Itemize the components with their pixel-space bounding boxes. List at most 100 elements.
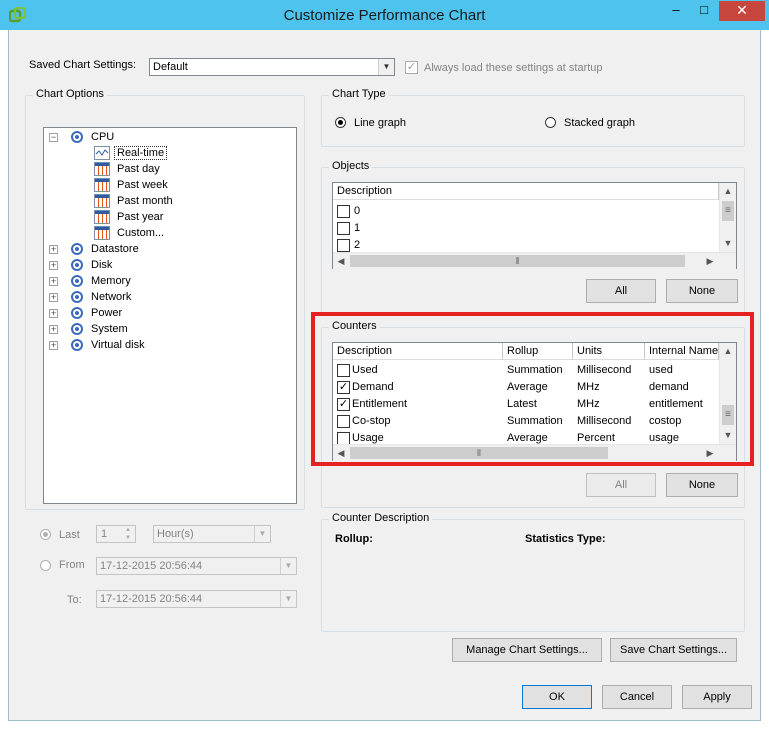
counters-all-button[interactable]: All	[586, 473, 656, 497]
object-label: 0	[354, 205, 361, 217]
disk-icon	[71, 259, 83, 271]
counters-none-button[interactable]: None	[666, 473, 738, 497]
scroll-up-icon[interactable]: ▲	[720, 183, 736, 199]
tree-node-virtual-disk[interactable]: Virtual disk	[91, 337, 145, 353]
tree-node-past-day[interactable]: Past day	[117, 161, 160, 177]
last-radio[interactable]	[40, 529, 51, 540]
objects-horizontal-scrollbar[interactable]: ◀ ⦀ ▶	[333, 252, 736, 269]
chart-options-title: Chart Options	[33, 88, 107, 100]
line-graph-label: Line graph	[354, 117, 406, 129]
always-load-label: Always load these settings at startup	[424, 62, 603, 74]
system-icon	[71, 323, 83, 335]
time-unit-value: Hour(s)	[157, 528, 194, 540]
window-title: Customize Performance Chart	[283, 7, 486, 24]
expand-icon[interactable]: +	[49, 245, 58, 254]
tree-node-realtime[interactable]: Real-time	[114, 145, 168, 161]
tree-node-past-month[interactable]: Past month	[117, 193, 173, 209]
always-load-checkbox[interactable]: ✓	[405, 61, 418, 74]
tree-node-custom[interactable]: Custom...	[117, 225, 164, 241]
saved-settings-select[interactable]: Default ▼	[149, 58, 395, 76]
realtime-chart-icon	[94, 146, 110, 160]
scroll-down-icon[interactable]: ▼	[720, 235, 736, 251]
maximize-button[interactable]: □	[691, 1, 717, 21]
tree-node-disk[interactable]: Disk	[91, 257, 112, 273]
object-label: 1	[354, 222, 361, 234]
dialog-client-area: Saved Chart Settings: Default ▼ ✓ Always…	[8, 30, 761, 721]
calendar-chart-icon	[94, 178, 110, 192]
minimize-button[interactable]: –	[663, 1, 689, 21]
virtual-disk-icon	[71, 339, 83, 351]
objects-all-button[interactable]: All	[586, 279, 656, 303]
spin-down-icon[interactable]: ▼	[121, 534, 135, 542]
network-icon	[71, 291, 83, 303]
spin-up-icon[interactable]: ▲	[121, 526, 135, 534]
object-checkbox[interactable]	[337, 222, 350, 235]
last-label: Last	[59, 529, 80, 541]
manage-chart-settings-button[interactable]: Manage Chart Settings...	[452, 638, 602, 662]
from-date-value: 17-12-2015 20:56:44	[100, 560, 203, 572]
tree-node-system[interactable]: System	[91, 321, 128, 337]
scroll-grip-icon[interactable]: ≡	[722, 201, 734, 221]
objects-none-button[interactable]: None	[666, 279, 738, 303]
tree-node-past-week[interactable]: Past week	[117, 177, 168, 193]
objects-vertical-scrollbar[interactable]: ▲ ≡ ▼	[719, 183, 736, 252]
scroll-right-icon[interactable]: ▶	[702, 253, 718, 269]
expand-icon[interactable]: +	[49, 277, 58, 286]
calendar-chart-icon	[94, 226, 110, 240]
from-date-picker[interactable]: 17-12-2015 20:56:44 ▼	[96, 557, 297, 575]
cpu-icon	[71, 131, 83, 143]
objects-title: Objects	[329, 160, 373, 172]
counter-description-title: Counter Description	[329, 512, 433, 524]
save-chart-settings-button[interactable]: Save Chart Settings...	[610, 638, 737, 662]
expand-icon[interactable]: +	[49, 293, 58, 302]
expand-icon[interactable]: +	[49, 325, 58, 334]
saved-settings-label: Saved Chart Settings:	[29, 59, 137, 71]
apply-button[interactable]: Apply	[682, 685, 752, 709]
line-graph-radio[interactable]	[335, 117, 346, 128]
memory-icon	[71, 275, 83, 287]
saved-settings-value: Default	[153, 61, 188, 73]
objects-list[interactable]: Description 0 1 2 ▲ ≡ ▼ ◀ ⦀ ▶	[332, 182, 737, 269]
expand-icon[interactable]: +	[49, 309, 58, 318]
calendar-chart-icon	[94, 194, 110, 208]
datastore-icon	[71, 243, 83, 255]
cancel-button[interactable]: Cancel	[602, 685, 672, 709]
tree-node-network[interactable]: Network	[91, 289, 131, 305]
time-unit-select[interactable]: Hour(s) ▼	[153, 525, 271, 543]
ok-button[interactable]: OK	[522, 685, 592, 709]
expand-icon[interactable]: +	[49, 341, 58, 350]
calendar-chart-icon	[94, 210, 110, 224]
chart-options-tree[interactable]: − CPU Real-time Past day Past week Past …	[43, 127, 297, 504]
tree-node-power[interactable]: Power	[91, 305, 122, 321]
rollup-label: Rollup:	[335, 533, 373, 545]
to-date-picker[interactable]: 17-12-2015 20:56:44 ▼	[96, 590, 297, 608]
scroll-grip-icon[interactable]: ⦀	[350, 255, 685, 267]
last-value-stepper[interactable]: 1 ▲ ▼	[96, 525, 136, 543]
power-icon	[71, 307, 83, 319]
objects-column-description[interactable]: Description	[333, 183, 719, 200]
from-label: From	[59, 559, 85, 571]
stacked-graph-label: Stacked graph	[564, 117, 635, 129]
chevron-down-icon: ▼	[280, 558, 296, 574]
scroll-left-icon[interactable]: ◀	[333, 253, 349, 269]
from-radio[interactable]	[40, 560, 51, 571]
chevron-down-icon: ▼	[254, 526, 270, 542]
highlight-annotation-box	[311, 312, 754, 466]
collapse-icon[interactable]: −	[49, 133, 58, 142]
tree-node-datastore[interactable]: Datastore	[91, 241, 139, 257]
to-date-value: 17-12-2015 20:56:44	[100, 593, 203, 605]
object-checkbox[interactable]	[337, 239, 350, 252]
last-value: 1	[101, 528, 108, 540]
statistics-type-label: Statistics Type:	[525, 533, 606, 545]
tree-node-cpu[interactable]: CPU	[91, 129, 114, 145]
object-checkbox[interactable]	[337, 205, 350, 218]
chart-type-title: Chart Type	[329, 88, 389, 100]
tree-node-memory[interactable]: Memory	[91, 273, 131, 289]
to-label: To:	[67, 594, 82, 606]
calendar-chart-icon	[94, 162, 110, 176]
expand-icon[interactable]: +	[49, 261, 58, 270]
tree-node-past-year[interactable]: Past year	[117, 209, 163, 225]
close-button[interactable]: ✕	[719, 1, 765, 21]
chevron-down-icon: ▼	[378, 59, 394, 75]
stacked-graph-radio[interactable]	[545, 117, 556, 128]
